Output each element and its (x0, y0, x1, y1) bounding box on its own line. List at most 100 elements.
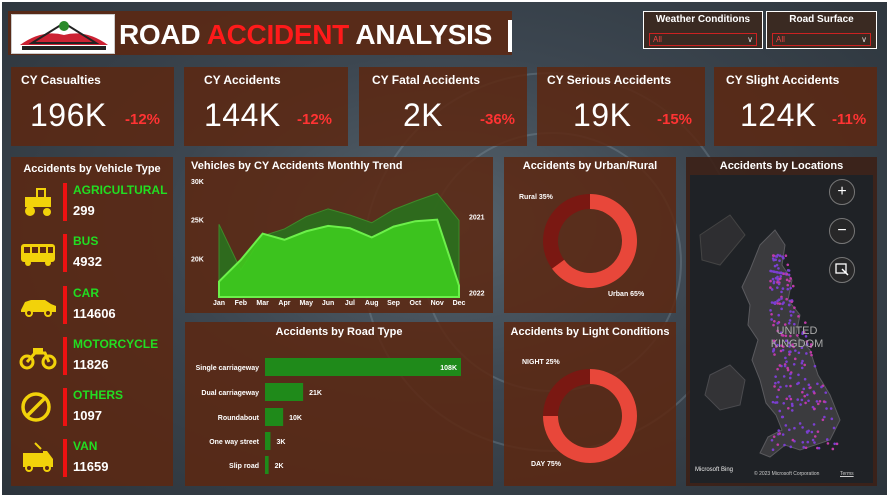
map-point (785, 384, 788, 388)
kpi-title: CY Accidents (204, 73, 281, 87)
map-point (772, 435, 776, 438)
map-point (832, 426, 836, 430)
map-point (825, 438, 829, 441)
map-point (773, 319, 776, 323)
map-point (835, 442, 839, 446)
map-point (812, 423, 816, 426)
map-point (776, 281, 779, 284)
map-point (796, 398, 800, 401)
map-point (786, 263, 790, 267)
weather-conditions-filter[interactable]: Weather Conditions All ∨ (643, 11, 763, 49)
map-terms-link[interactable]: Terms (840, 471, 854, 477)
map-point (805, 352, 808, 355)
map-point (786, 283, 790, 287)
bar-category-label: Dual carriageway (201, 390, 259, 397)
zoom-in-button[interactable]: + (829, 179, 855, 205)
kpi-value: 124K (740, 97, 817, 133)
country-label: UNITED KINGDOM (770, 325, 824, 350)
map-point (783, 364, 787, 368)
kpi-delta: -36% (480, 111, 516, 128)
map-point (769, 286, 772, 289)
map-point (813, 391, 816, 395)
map-point (800, 361, 804, 365)
weather-conditions-select[interactable]: All ∨ (649, 33, 757, 46)
bar-category-label: Single carriageway (196, 365, 260, 372)
map-point (818, 399, 822, 403)
map-point (786, 366, 789, 370)
select-area-button[interactable] (829, 257, 855, 283)
road-surface-select[interactable]: All ∨ (772, 33, 871, 46)
map-point (773, 302, 777, 306)
map-point (801, 426, 804, 429)
map-point (775, 277, 779, 280)
road-type-panel: Accidents by Road Type Single carriagewa… (185, 322, 493, 486)
zoom-out-button[interactable]: − (829, 218, 855, 244)
map-point (793, 306, 796, 310)
light-conditions-panel: Accidents by Light Conditions NIGHT 25% D… (504, 322, 676, 486)
map-point (810, 430, 814, 434)
map-point (772, 254, 775, 257)
map-point (784, 424, 788, 427)
y-tick-label: 20K (191, 256, 204, 263)
map-point (771, 400, 775, 404)
x-tick-label: Nov (431, 300, 444, 307)
y-tick-label: 30K (191, 179, 204, 186)
map-point (790, 409, 794, 412)
map-point (784, 254, 788, 258)
map-point (770, 438, 774, 442)
kpi-card-serious: CY Serious Accidents 19K -15% (537, 67, 705, 146)
donut-slice-rural (543, 194, 590, 269)
map-point (804, 401, 807, 405)
map-point (779, 385, 782, 389)
map-point (803, 377, 807, 381)
map-point (788, 353, 791, 356)
road-surface-filter[interactable]: Road Surface All ∨ (766, 11, 877, 49)
kpi-card-fatal: CY Fatal Accidents 2K -36% (359, 67, 527, 146)
map-point (807, 383, 811, 387)
map-point (787, 428, 791, 432)
map-point (802, 387, 806, 391)
y-tick-label: 25K (191, 218, 204, 225)
kpi-card-accidents: CY Accidents 144K -12% (184, 67, 348, 146)
vehicle-count: 4932 (73, 254, 102, 269)
list-item: BUS 4932 (19, 232, 169, 278)
x-tick-label: Aug (365, 300, 379, 307)
divider (63, 337, 67, 375)
map-point (793, 357, 797, 361)
page-title: ROAD ACCIDENT ANALYSIS (119, 18, 492, 52)
map-point (815, 400, 819, 403)
map-point (789, 384, 792, 388)
map-point (806, 393, 809, 397)
x-tick-label: Jul (345, 300, 355, 307)
map-point (776, 286, 779, 289)
map-point (798, 422, 802, 425)
light-conditions-donut: NIGHT 25% DAY 75% (522, 359, 637, 468)
map-point (824, 391, 828, 394)
map-point (777, 381, 780, 384)
kpi-card-slight: CY Slight Accidents 124K -11% (714, 67, 877, 146)
x-tick-label: Dec (453, 300, 466, 307)
donut-label: NIGHT 25% (522, 359, 561, 366)
filter-value: All (653, 35, 662, 44)
map-point (792, 362, 796, 366)
prohibited-icon (19, 390, 57, 424)
map-point (810, 353, 813, 357)
list-item: VAN 11659 (19, 437, 169, 483)
title-divider (508, 20, 512, 52)
list-item: AGRICULTURAL 299 (19, 181, 169, 227)
donut-label: Rural 35% (519, 194, 554, 201)
list-item: MOTORCYCLE 11826 (19, 335, 169, 381)
chevron-down-icon: ∨ (861, 35, 867, 44)
road-type-chart: Single carriageway 108K Dual carriageway 21… (196, 358, 461, 474)
kpi-delta: -12% (125, 111, 161, 128)
monthly-trend-panel: Vehicles by CY Accidents Monthly Trend 3… (185, 157, 493, 313)
map-point (821, 418, 825, 422)
map-point (816, 402, 820, 406)
map-point (783, 443, 786, 447)
bar-value-label: 21K (309, 390, 322, 397)
kpi-title: CY Slight Accidents (726, 73, 840, 87)
monthly-trend-chart: 30K 25K 20K 2021 2022 Jan Feb Mar Apr May Jun Jul Au… (191, 179, 485, 307)
map-point (806, 440, 810, 444)
filter-value: All (776, 35, 785, 44)
x-tick-label: Sep (387, 300, 400, 307)
